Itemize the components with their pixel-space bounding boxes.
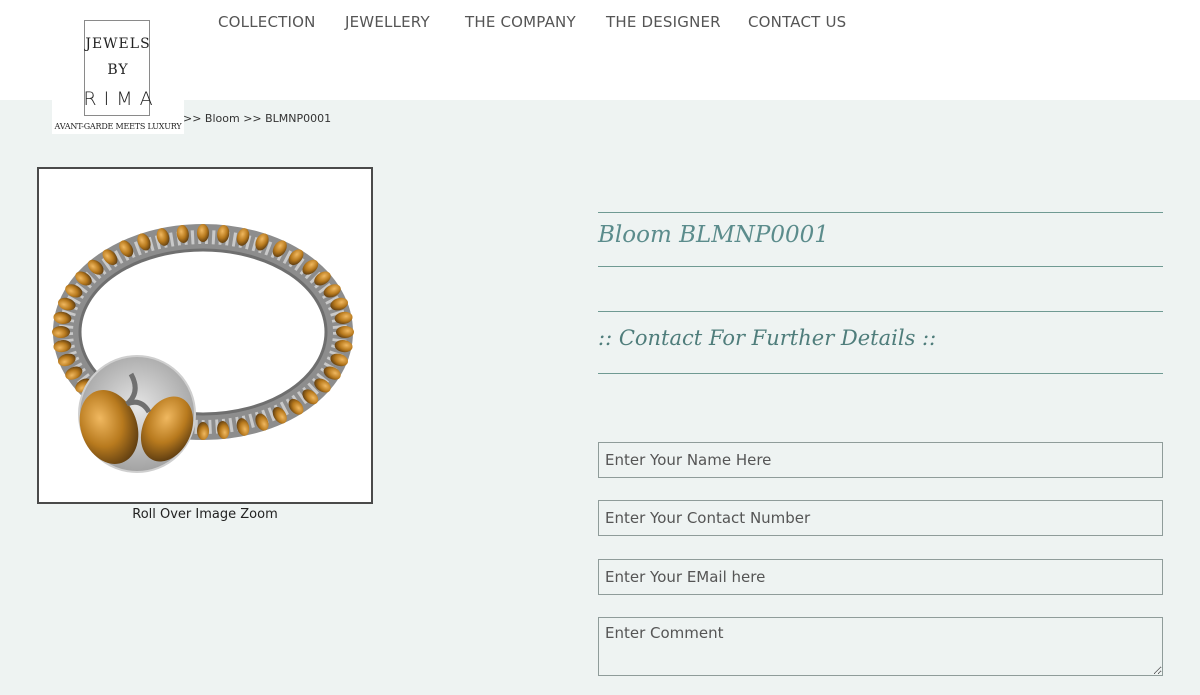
contact-number-input[interactable] bbox=[598, 500, 1163, 536]
gem-stone bbox=[197, 224, 209, 242]
divider bbox=[598, 212, 1163, 213]
divider bbox=[598, 373, 1163, 374]
nav-contact-us[interactable]: CONTACT US bbox=[748, 13, 846, 31]
logo-tagline: AVANT-GARDE MEETS LUXURY bbox=[54, 122, 182, 131]
gem-stone bbox=[52, 326, 70, 338]
logo-line-2: BY bbox=[107, 62, 129, 78]
divider bbox=[598, 311, 1163, 312]
comment-textarea[interactable] bbox=[598, 617, 1163, 676]
logo-line-3: RIMA bbox=[83, 88, 160, 110]
contact-heading: :: Contact For Further Details :: bbox=[598, 326, 937, 350]
product-title: Bloom BLMNP0001 bbox=[598, 222, 829, 248]
divider bbox=[598, 266, 1163, 267]
site-logo[interactable]: JEWELS BY RIMA AVANT-GARDE MEETS LUXURY bbox=[52, 18, 184, 134]
name-input[interactable] bbox=[598, 442, 1163, 478]
logo-line-1: JEWELS bbox=[85, 36, 151, 52]
nav-the-designer[interactable]: THE DESIGNER bbox=[606, 13, 721, 31]
image-zoom-caption: Roll Over Image Zoom bbox=[132, 507, 278, 522]
gem-stone bbox=[336, 326, 354, 338]
nav-jewellery[interactable]: JEWELLERY bbox=[345, 13, 430, 31]
product-image-zoom[interactable] bbox=[37, 167, 373, 504]
nav-collection[interactable]: COLLECTION bbox=[218, 13, 316, 31]
gem-stone bbox=[197, 422, 209, 440]
product-image bbox=[52, 224, 354, 473]
nav-the-company[interactable]: THE COMPANY bbox=[465, 13, 576, 31]
email-input[interactable] bbox=[598, 559, 1163, 595]
breadcrumb[interactable]: >> Bloom >> BLMNP0001 bbox=[183, 112, 331, 125]
